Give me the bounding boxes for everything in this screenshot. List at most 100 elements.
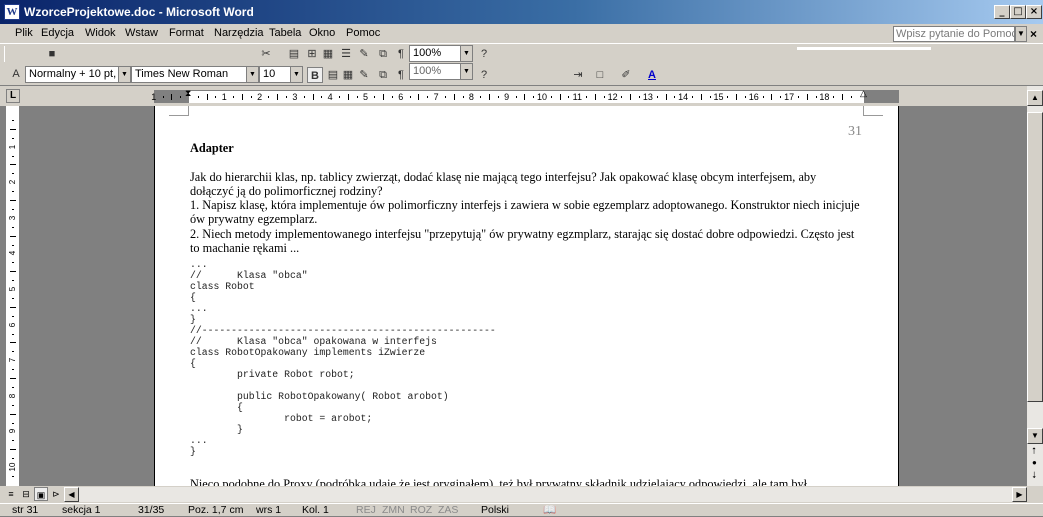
ruler-tick bbox=[12, 208, 14, 210]
ruler-tick bbox=[515, 96, 517, 98]
menu-narzedzia[interactable]: Narzędzia bbox=[211, 26, 267, 40]
highlight-icon[interactable]: ✐ bbox=[618, 67, 634, 83]
document-map-icon[interactable]: ⧉ bbox=[375, 67, 391, 83]
increase-indent-icon[interactable]: ⇥ bbox=[570, 67, 586, 83]
drawing-icon[interactable]: ✎ bbox=[356, 46, 372, 62]
ruler-number: 11 bbox=[572, 92, 582, 102]
font-dropdown-icon[interactable]: ▼ bbox=[247, 66, 259, 83]
zoom-select[interactable]: 100% bbox=[409, 45, 461, 62]
ruler-tick bbox=[12, 280, 14, 282]
ruler-tick bbox=[10, 378, 16, 379]
tab-selector[interactable]: L bbox=[6, 89, 20, 103]
font-color-icon[interactable]: A bbox=[644, 67, 660, 83]
document-close-button[interactable]: × bbox=[1030, 27, 1037, 41]
outline-view-icon[interactable]: ⊳ bbox=[49, 487, 63, 501]
scroll-right-icon[interactable]: ▶ bbox=[1012, 487, 1027, 502]
close-button[interactable]: × bbox=[1026, 5, 1042, 19]
save-icon[interactable]: ■ bbox=[44, 46, 60, 62]
ruler-tick bbox=[12, 137, 14, 139]
font-select[interactable]: Times New Roman bbox=[131, 66, 247, 83]
borders-icon[interactable]: □ bbox=[592, 67, 608, 83]
scroll-left-icon[interactable]: ◀ bbox=[64, 487, 79, 502]
status-pages: 31/35 bbox=[138, 504, 165, 516]
spelling-status-icon[interactable]: 📖 bbox=[543, 504, 556, 517]
previous-page-icon[interactable]: ⭡ bbox=[1032, 446, 1036, 457]
menu-okno[interactable]: Okno bbox=[306, 26, 338, 40]
vertical-ruler[interactable]: 1 2 3 4 5 6 7 8 9 10 bbox=[6, 106, 20, 486]
menu-edycja[interactable]: Edycja bbox=[38, 26, 77, 40]
help-icon[interactable]: ? bbox=[476, 67, 492, 83]
ruler-tick bbox=[12, 351, 14, 353]
menu-widok[interactable]: Widok bbox=[82, 26, 119, 40]
help-icon[interactable]: ? bbox=[476, 46, 492, 62]
menu-plik[interactable]: Plik bbox=[12, 26, 36, 40]
ruler-tick bbox=[453, 94, 455, 100]
table-icon[interactable]: ▤ bbox=[325, 67, 341, 83]
word-icon[interactable]: W bbox=[4, 4, 20, 20]
menu-format[interactable]: Format bbox=[166, 26, 207, 40]
horizontal-ruler[interactable]: 1 1 2 3 4 5 6 7 8 9 10 11 12 13 14 15 16 17 18 ⧗ △ bbox=[151, 88, 899, 103]
scroll-thumb[interactable] bbox=[1027, 112, 1043, 402]
select-browse-object-icon[interactable]: ● bbox=[1032, 458, 1037, 467]
document-page[interactable]: 31 Adapter Jak do hierarchii klas, np. t… bbox=[154, 106, 899, 486]
drawing-icon[interactable]: ✎ bbox=[356, 67, 372, 83]
show-formatting-icon[interactable]: ¶ bbox=[393, 46, 409, 62]
web-view-icon[interactable]: ⊟ bbox=[19, 487, 33, 501]
ruler-tick bbox=[700, 94, 702, 100]
scroll-down-icon[interactable]: ▼ bbox=[1027, 428, 1043, 444]
font-size-dropdown-icon[interactable]: ▼ bbox=[291, 66, 303, 83]
ruler-tick bbox=[10, 271, 16, 273]
status-language[interactable]: Polski bbox=[481, 504, 509, 517]
status-zmn[interactable]: ZMN bbox=[382, 504, 405, 517]
minimize-button[interactable]: _ bbox=[994, 5, 1010, 19]
status-column: Kol. 1 bbox=[302, 504, 329, 516]
ruler-tick bbox=[709, 96, 711, 98]
document-map-icon[interactable]: ⧉ bbox=[375, 46, 391, 62]
scroll-up-icon[interactable]: ▲ bbox=[1027, 90, 1043, 106]
style-dropdown-icon[interactable]: ▼ bbox=[119, 66, 131, 83]
bold-button[interactable]: B bbox=[307, 67, 323, 83]
font-size-select[interactable]: 10 bbox=[259, 66, 291, 83]
menu-wstaw[interactable]: Wstaw bbox=[122, 26, 161, 40]
vertical-scrollbar[interactable]: ▲ ▼ ⭡ ● ⭣ bbox=[1027, 86, 1043, 486]
show-formatting-icon[interactable]: ¶ bbox=[393, 67, 409, 83]
style-select[interactable]: Normalny + 10 pt, bbox=[25, 66, 119, 83]
next-page-icon[interactable]: ⭣ bbox=[1032, 470, 1036, 481]
ruler-tick bbox=[241, 94, 243, 100]
normal-view-icon[interactable]: ≡ bbox=[4, 487, 18, 501]
ruler-number: 10 bbox=[536, 92, 547, 102]
ruler-tick bbox=[427, 96, 429, 98]
excel-icon[interactable]: ▦ bbox=[340, 67, 356, 83]
ruler-tick bbox=[312, 94, 314, 100]
status-rej[interactable]: REJ bbox=[356, 504, 376, 517]
columns-icon[interactable]: ☰ bbox=[338, 46, 354, 62]
right-indent-marker-icon[interactable]: △ bbox=[860, 88, 867, 99]
indent-marker-icon[interactable]: ⧗ bbox=[185, 88, 191, 99]
ruler-tick bbox=[533, 96, 535, 98]
status-position: Poz. 1,7 cm bbox=[188, 504, 244, 516]
menu-pomoc[interactable]: Pomoc bbox=[343, 26, 383, 40]
table-icon[interactable]: ▤ bbox=[286, 46, 302, 62]
ruler-number: 1 bbox=[221, 92, 227, 102]
help-dropdown-icon[interactable]: ▼ bbox=[1015, 26, 1027, 42]
menu-tabela[interactable]: Tabela bbox=[266, 26, 304, 40]
ruler-tick bbox=[206, 94, 208, 100]
print-layout-icon[interactable]: ▣ bbox=[34, 487, 48, 501]
horizontal-scrollbar[interactable]: ◀ ▶ bbox=[64, 487, 1027, 502]
ruler-tick bbox=[762, 96, 764, 98]
cut-icon[interactable]: ✂ bbox=[258, 46, 274, 62]
excel-icon[interactable]: ▦ bbox=[320, 46, 336, 62]
ruler-number: 4 bbox=[327, 92, 333, 102]
insert-table-icon[interactable]: ⊞ bbox=[304, 46, 320, 62]
ruler-tick bbox=[12, 369, 14, 371]
help-search-input[interactable]: Wpisz pytanie do Pomocy bbox=[893, 26, 1015, 42]
ruler-tick bbox=[12, 262, 14, 264]
maximize-button[interactable]: □ bbox=[1010, 5, 1026, 19]
ruler-number: 17 bbox=[784, 92, 795, 102]
status-zas[interactable]: ZAS bbox=[438, 504, 458, 517]
zoom-dropdown-icon[interactable]: ▼ bbox=[461, 45, 473, 62]
ruler-tick bbox=[12, 333, 14, 335]
ruler-tick bbox=[277, 94, 279, 100]
styles-icon[interactable]: A bbox=[8, 66, 24, 82]
status-roz[interactable]: ROZ bbox=[410, 504, 432, 517]
